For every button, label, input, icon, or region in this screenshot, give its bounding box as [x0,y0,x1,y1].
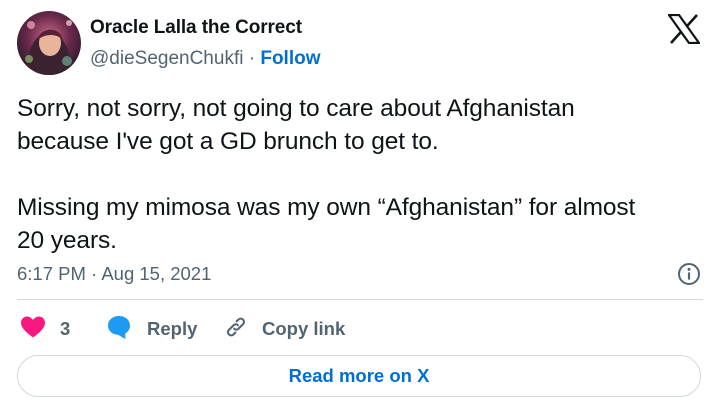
reply-bubble-icon [106,314,132,345]
tweet-text-line: Missing my mimosa was my own “Afghanista… [17,194,636,221]
like-count: 3 [60,318,71,339]
read-more-button[interactable]: Read more on X [17,355,701,397]
tweet-card: Oracle Lalla the Correct @dieSegenChukfi… [0,0,710,412]
reply-button[interactable]: Reply [106,314,197,344]
avatar[interactable] [17,11,81,75]
tweet-timestamp[interactable]: 6:17 PM · Aug 15, 2021 [17,263,211,285]
tweet-text-line: Sorry, not sorry, not going to care abou… [17,95,575,122]
author-display-name[interactable]: Oracle Lalla the Correct [90,17,302,39]
read-more-label: Read more on X [288,365,430,386]
heart-icon [20,315,46,344]
reply-label: Reply [147,318,198,339]
copy-link-button[interactable]: Copy link [224,314,345,344]
handle-separator: · [248,48,256,69]
like-button[interactable]: 3 [20,314,70,344]
follow-link[interactable]: Follow [260,48,320,69]
info-icon[interactable] [677,262,701,286]
author-handle-line: @dieSegenChukfi · Follow [90,48,321,70]
link-icon [224,315,248,344]
tweet-text-line: 20 years. [17,227,117,254]
x-logo-icon[interactable] [666,13,702,45]
tweet-text-line: because I've got a GD brunch to get to. [17,128,439,155]
author-handle[interactable]: @dieSegenChukfi [90,48,243,69]
divider [17,299,703,300]
tweet-text: Sorry, not sorry, not going to care abou… [17,92,707,257]
copy-link-label: Copy link [262,318,346,339]
